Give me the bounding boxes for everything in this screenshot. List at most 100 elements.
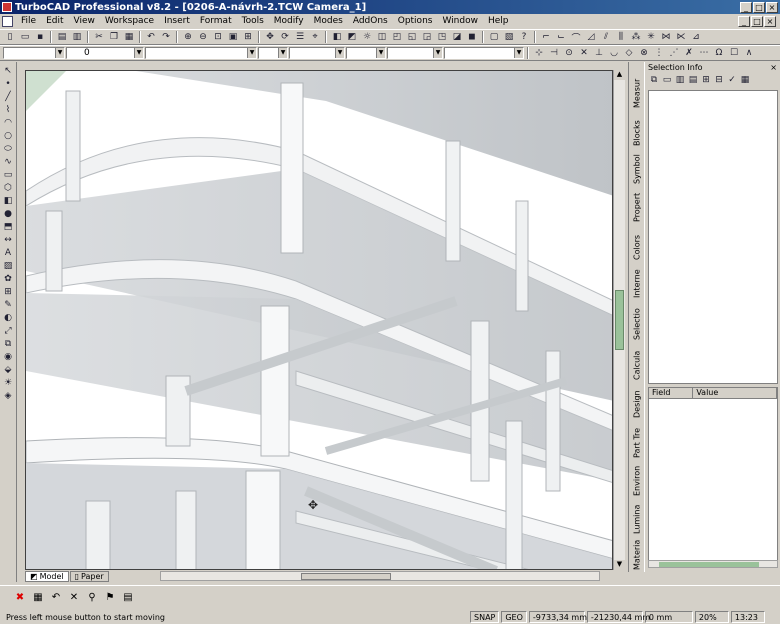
open-icon[interactable]: ▭	[18, 31, 32, 44]
box-icon[interactable]: ◧	[2, 195, 15, 207]
table-icon[interactable]: ▦	[739, 74, 751, 86]
hidden-line-icon[interactable]: ◪	[450, 31, 464, 44]
tab-materials[interactable]: Materia	[630, 536, 644, 570]
tab-blocks[interactable]: Blocks	[630, 112, 644, 146]
doc-minimize-button[interactable]: _	[738, 15, 750, 27]
line-icon[interactable]: ╱	[2, 91, 15, 103]
tab-design[interactable]: Design	[630, 384, 644, 418]
snap-icon[interactable]: ⌖	[308, 31, 322, 44]
print-preview-icon[interactable]: ▥	[70, 31, 84, 44]
select-icon[interactable]: ↖	[2, 65, 15, 77]
snap-node-icon[interactable]: Ω	[712, 47, 726, 60]
selection-list[interactable]	[648, 90, 778, 384]
check-icon[interactable]: ✓	[726, 74, 738, 86]
camera-tool-icon[interactable]: ◈	[2, 390, 15, 402]
zoom-window-icon[interactable]: ⊡	[211, 31, 225, 44]
text-style-combo[interactable]: ▼	[444, 47, 524, 59]
view-side-icon[interactable]: ◳	[435, 31, 449, 44]
snap-grid-icon[interactable]: ⋮	[652, 47, 666, 60]
hscroll-thumb[interactable]	[300, 573, 391, 580]
zoom-all-icon[interactable]: ⊞	[241, 31, 255, 44]
doc-restore-button[interactable]: □	[751, 15, 763, 27]
paste-icon[interactable]: ▦	[122, 31, 136, 44]
tab-symbol[interactable]: Symbol	[630, 150, 644, 184]
menu-modes[interactable]: Modes	[309, 16, 348, 26]
pan-icon[interactable]: ✥	[263, 31, 277, 44]
finish-icon[interactable]: ▦	[32, 592, 44, 604]
sort-icon[interactable]: ▤	[687, 74, 699, 86]
menu-file[interactable]: File	[16, 16, 41, 26]
snap-drawing-aid-icon[interactable]: ⋯	[697, 47, 711, 60]
snap-middle-icon[interactable]: ⊣	[547, 47, 561, 60]
panel-scrollbar[interactable]	[648, 560, 778, 568]
render-tool-icon[interactable]: ◉	[2, 351, 15, 363]
help-icon[interactable]: ?	[517, 31, 531, 44]
tab-part-tree[interactable]: Part Tre	[630, 422, 644, 458]
maximize-button[interactable]: □	[753, 1, 765, 13]
snap-tangent-icon[interactable]: ◡	[607, 47, 621, 60]
group-view-icon[interactable]: ⊞	[700, 74, 712, 86]
zoom-in-icon[interactable]: ⊕	[181, 31, 195, 44]
undo-step-icon[interactable]: ↶	[50, 592, 62, 604]
menu-modify[interactable]: Modify	[269, 16, 309, 26]
save-icon[interactable]: ▪	[33, 31, 47, 44]
tab-paper[interactable]: ▯ Paper	[69, 570, 109, 582]
symbol-icon[interactable]: ✿	[2, 273, 15, 285]
scroll-thumb[interactable]	[615, 290, 624, 350]
extrude-icon[interactable]: ⬒	[2, 221, 15, 233]
property-grid[interactable]: Field Value	[648, 387, 778, 567]
tab-luminance[interactable]: Lumina	[630, 500, 644, 534]
camera-icon[interactable]: ◫	[375, 31, 389, 44]
polyline-icon[interactable]: ⌇	[2, 104, 15, 116]
text-icon[interactable]: A	[2, 247, 15, 259]
snap-intersect-icon[interactable]: ✕	[577, 47, 591, 60]
tab-model[interactable]: ◩ Model	[25, 570, 69, 582]
close-icon[interactable]: ×	[770, 63, 777, 72]
transform-icon[interactable]: ⤢	[2, 325, 15, 337]
snap-vertex-icon[interactable]: ⊹	[532, 47, 546, 60]
menu-help[interactable]: Help	[483, 16, 514, 26]
measure-icon[interactable]: ⊿	[689, 31, 703, 44]
tab-calculator[interactable]: Calcula	[630, 344, 644, 380]
cut-icon[interactable]: ✂	[92, 31, 106, 44]
boolean-icon[interactable]: ◐	[2, 312, 15, 324]
snap-perp-icon[interactable]: ⊥	[592, 47, 606, 60]
insert-icon[interactable]: ⊞	[2, 286, 15, 298]
value-column-header[interactable]: Value	[693, 388, 777, 398]
view-front-icon[interactable]: ◱	[405, 31, 419, 44]
redraw-icon[interactable]: ⟳	[278, 31, 292, 44]
snap-nearest-icon[interactable]: ⊗	[637, 47, 651, 60]
new-icon[interactable]: ▯	[3, 31, 17, 44]
snap-indicator[interactable]: SNAP	[470, 611, 500, 623]
color-combo[interactable]: ▼	[3, 47, 65, 59]
copy-info-icon[interactable]: ⧉	[648, 74, 660, 86]
menu-insert[interactable]: Insert	[159, 16, 195, 26]
tab-internet[interactable]: Interne	[630, 264, 644, 298]
snap-midpoint-icon[interactable]: ⋰	[667, 47, 681, 60]
chamfer-icon[interactable]: ◿	[584, 31, 598, 44]
rectangle-icon[interactable]: ▭	[2, 169, 15, 181]
design-director-icon[interactable]: ▧	[502, 31, 516, 44]
walk-icon[interactable]: ⚲	[86, 592, 98, 604]
modify-icon[interactable]: ✎	[2, 299, 15, 311]
shaded-icon[interactable]: ◼	[465, 31, 479, 44]
print-icon[interactable]: ▤	[55, 31, 69, 44]
linestyle-combo[interactable]: ▼	[145, 47, 257, 59]
snap-apparent-icon[interactable]: ✗	[682, 47, 696, 60]
tab-colors[interactable]: Colors	[630, 226, 644, 260]
redo-icon[interactable]: ↷	[159, 31, 173, 44]
close-button[interactable]: ×	[766, 1, 778, 13]
tab-properties[interactable]: Propert	[630, 188, 644, 222]
render-icon[interactable]: ◧	[330, 31, 344, 44]
panel-scroll-thumb[interactable]	[659, 562, 759, 567]
menu-view[interactable]: View	[69, 16, 100, 26]
polygon-icon[interactable]: ⬡	[2, 182, 15, 194]
doc-close-button[interactable]: ×	[764, 15, 776, 27]
filter-icon[interactable]: ▥	[674, 74, 686, 86]
join-icon[interactable]: ⋈	[659, 31, 673, 44]
geo-indicator[interactable]: GEO	[501, 611, 527, 623]
snap-angle-icon[interactable]: ∧	[742, 47, 756, 60]
zoom-out-icon[interactable]: ⊖	[196, 31, 210, 44]
offset-icon[interactable]: ⫽	[599, 31, 613, 44]
explode-icon[interactable]: ✳	[644, 31, 658, 44]
